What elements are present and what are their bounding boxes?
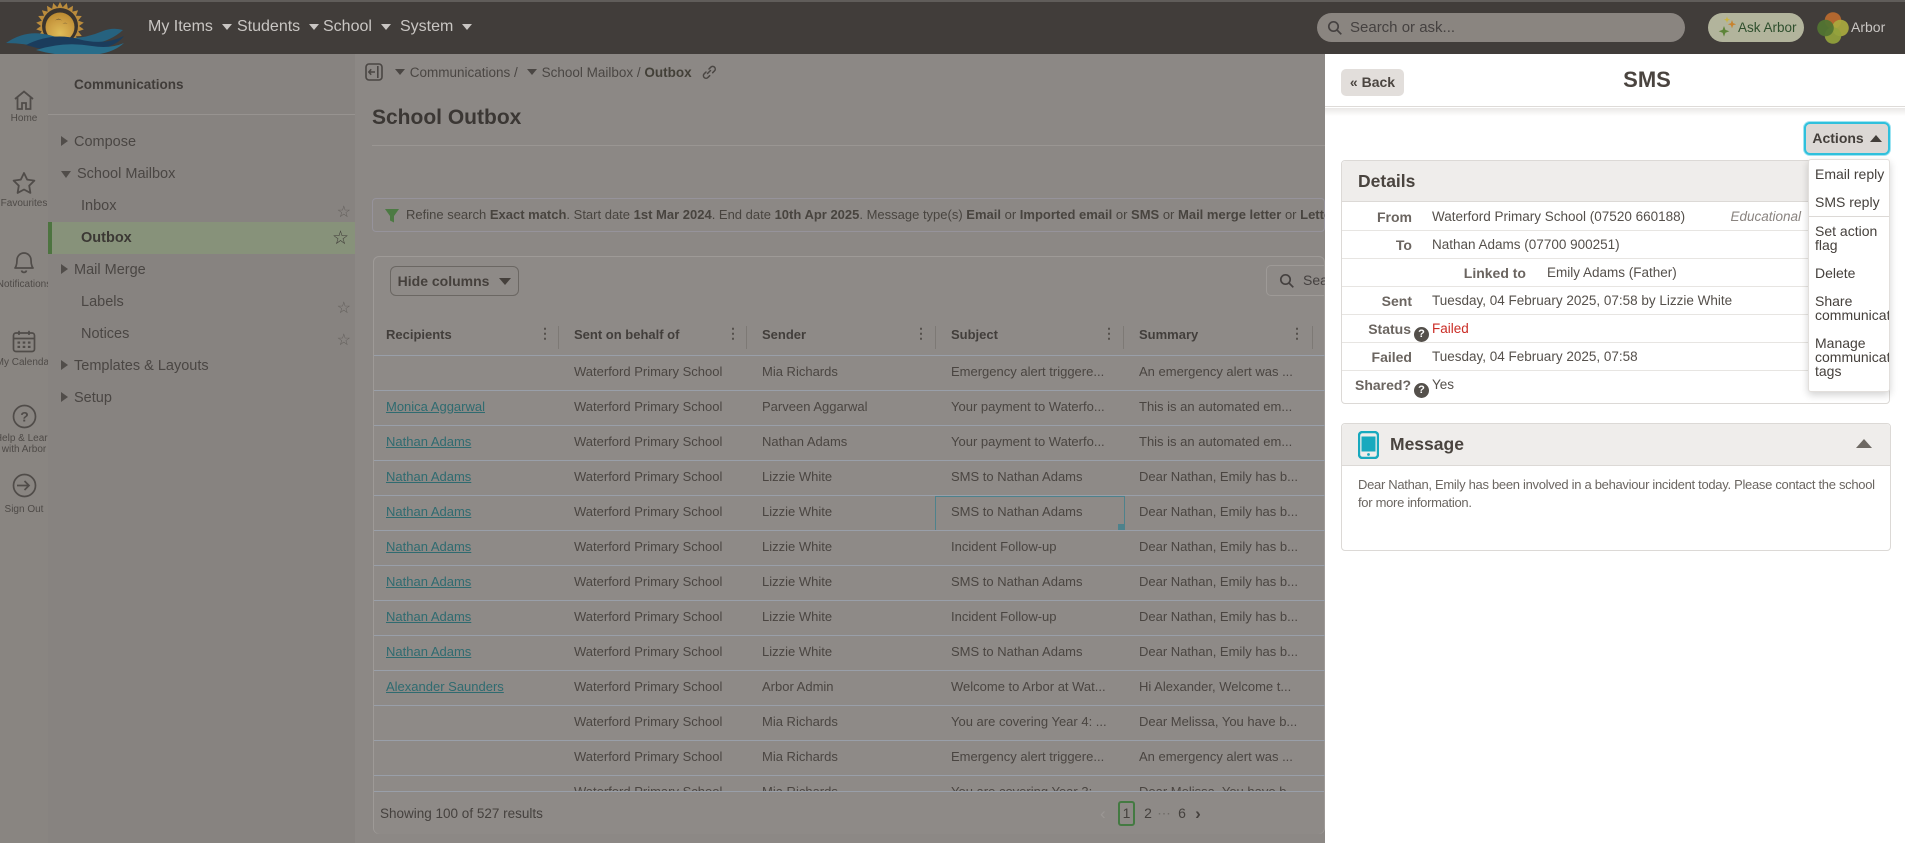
- svg-text:?: ?: [20, 409, 29, 425]
